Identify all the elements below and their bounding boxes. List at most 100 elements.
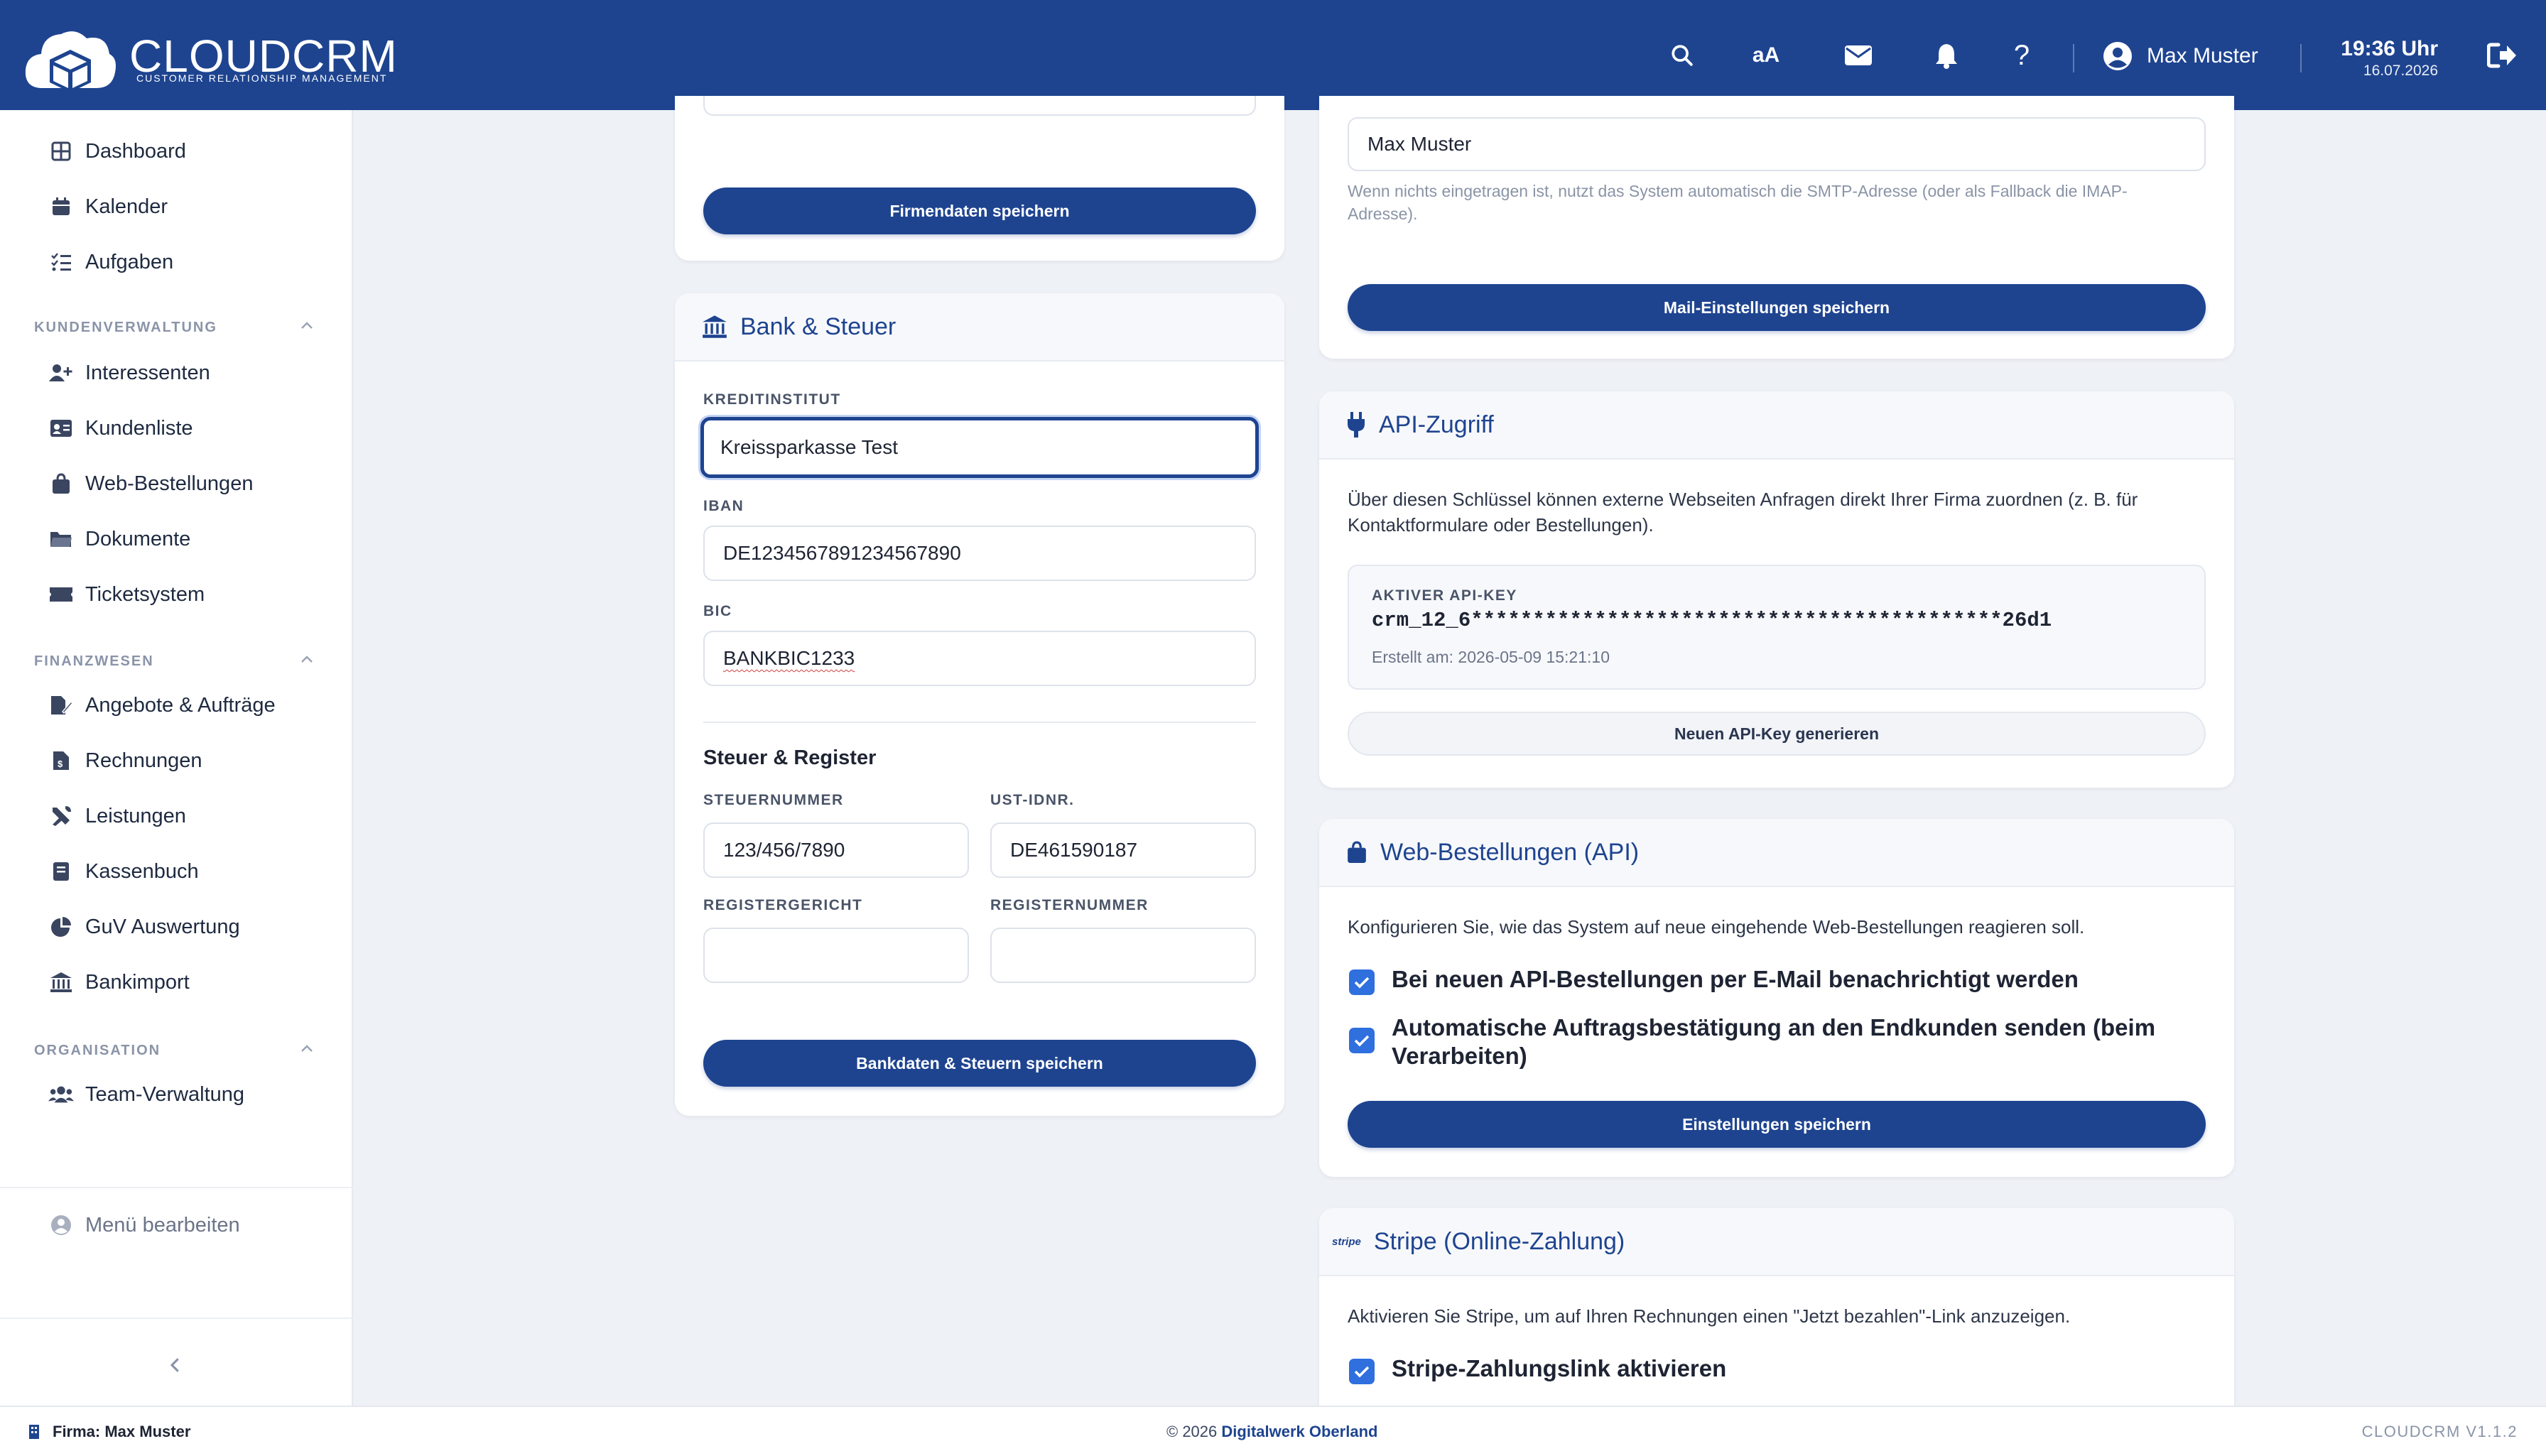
steuernummer-input[interactable]: 123/456/7890: [703, 822, 969, 878]
kreditinstitut-input[interactable]: Kreissparkasse Test: [700, 417, 1259, 478]
user-avatar-icon: [2103, 42, 2132, 70]
sidebar-item-guv[interactable]: GuV Auswertung: [48, 914, 240, 940]
steuernummer-label: STEUERNUMMER: [703, 792, 844, 808]
sidebar-item-kundenliste[interactable]: Kundenliste: [48, 415, 193, 441]
bic-input[interactable]: BANKBIC1233: [703, 631, 1256, 686]
bic-label: BIC: [703, 603, 732, 619]
api-description: Über diesen Schlüssel können externe Web…: [1348, 489, 2138, 536]
checkbox-label: Stripe-Zahlungslink aktivieren: [1392, 1355, 1727, 1381]
section-title-organisation: ORGANISATION: [34, 1043, 161, 1058]
user-circle-icon: [48, 1212, 74, 1238]
checkbox-checked-icon: [1349, 969, 1375, 995]
app-logo[interactable]: CLOUDCRM CUSTOMER RELATIONSHIP MANAGEMEN…: [23, 26, 397, 92]
mail-settings-card: Max Muster Wenn nichts eingetragen ist, …: [1319, 96, 2234, 359]
help-icon[interactable]: ?: [2002, 36, 2042, 75]
checkbox-checked-icon: [1349, 1028, 1375, 1053]
email-notification-checkbox[interactable]: Bei neuen API-Bestellungen per E-Mail be…: [1349, 965, 2201, 995]
sidebar: Dashboard Kalender Aufgaben KUNDENVERWAL…: [0, 110, 353, 1406]
mail-hint: Wenn nichts eingetragen ist, nutzt das S…: [1348, 182, 2128, 223]
copyright-text: © 2026: [1166, 1423, 1218, 1440]
clock: 19:36 Uhr 16.07.2026: [2337, 37, 2438, 80]
tax-register-heading: Steuer & Register: [703, 746, 877, 769]
auto-confirmation-checkbox[interactable]: Automatische Auftragsbestätigung an den …: [1349, 1014, 2166, 1070]
sidebar-item-team-verwaltung[interactable]: Team-Verwaltung: [48, 1082, 244, 1107]
footer-firm: Firma: Max Muster: [28, 1423, 190, 1441]
api-key-value[interactable]: crm_12_6********************************…: [1372, 609, 2052, 632]
card-title: Stripe (Online-Zahlung): [1373, 1227, 1625, 1255]
sidebar-item-label: Bankimport: [85, 970, 190, 994]
kreditinstitut-label: KREDITINSTITUT: [703, 391, 841, 408]
api-key-box: AKTIVER API-KEY crm_12_6****************…: [1348, 565, 2206, 690]
collapse-sidebar-chevron-left-icon[interactable]: [165, 1354, 186, 1376]
sidebar-item-aufgaben[interactable]: Aufgaben: [48, 249, 173, 275]
plug-icon: [1348, 412, 1365, 438]
bank-tax-card: Bank & Steuer KREDITINSTITUT Kreissparka…: [675, 293, 1284, 1116]
sidebar-divider: [0, 1318, 353, 1319]
sidebar-item-ticketsystem[interactable]: Ticketsystem: [48, 582, 205, 607]
sidebar-item-kassenbuch[interactable]: Kassenbuch: [48, 859, 199, 884]
company-link[interactable]: Digitalwerk Oberland: [1221, 1423, 1377, 1440]
shopping-bag-icon: [48, 471, 74, 496]
font-size-button[interactable]: aA: [1746, 36, 1786, 75]
sidebar-item-label: Dokumente: [85, 527, 191, 550]
file-signature-icon: [48, 692, 74, 718]
sidebar-item-label: Leistungen: [85, 804, 186, 827]
sidebar-item-web-bestellungen[interactable]: Web-Bestellungen: [48, 471, 253, 496]
logout-icon[interactable]: [2482, 36, 2522, 75]
chevron-up-icon[interactable]: [298, 317, 315, 335]
card-header: Bank & Steuer: [675, 293, 1284, 362]
sidebar-item-angebote[interactable]: Angebote & Aufträge: [48, 692, 276, 718]
sender-name-input[interactable]: Max Muster: [1348, 117, 2206, 171]
bank-icon: [703, 315, 727, 338]
clock-time: 19:36 Uhr: [2341, 37, 2438, 60]
sidebar-item-label: Kassenbuch: [85, 859, 199, 883]
sidebar-item-dashboard[interactable]: Dashboard: [48, 138, 186, 164]
ustid-input[interactable]: DE461590187: [990, 822, 1256, 878]
clock-date: 16.07.2026: [2363, 63, 2438, 79]
app-tagline: CUSTOMER RELATIONSHIP MANAGEMENT: [136, 72, 388, 84]
search-icon[interactable]: [1662, 36, 1702, 75]
mail-icon[interactable]: [1838, 36, 1878, 75]
card-title: Web-Bestellungen (API): [1380, 838, 1640, 866]
sidebar-item-leistungen[interactable]: Leistungen: [48, 803, 186, 829]
bell-icon[interactable]: [1927, 36, 1966, 75]
sidebar-item-bankimport[interactable]: Bankimport: [48, 969, 190, 995]
user-menu[interactable]: Max Muster: [2103, 41, 2258, 71]
card-title: API-Zugriff: [1379, 411, 1494, 438]
sidebar-item-label: Rechnungen: [85, 749, 202, 772]
card-header: Web-Bestellungen (API): [1319, 819, 2234, 887]
registernummer-input[interactable]: [990, 928, 1256, 983]
stripe-card: stripe Stripe (Online-Zahlung) Aktiviere…: [1319, 1208, 2234, 1421]
checkbox-label: Automatische Auftragsbestätigung an den …: [1392, 1014, 2156, 1069]
registergericht-input[interactable]: [703, 928, 969, 983]
chevron-up-icon[interactable]: [298, 1041, 315, 1058]
footer-copyright: © 2026 Digitalwerk Oberland: [1166, 1423, 1377, 1441]
save-firm-data-button[interactable]: Firmendaten speichern: [703, 188, 1256, 234]
cloud-cube-logo-icon: [25, 31, 116, 92]
generate-api-key-button[interactable]: Neuen API-Key generieren: [1348, 712, 2206, 756]
invoice-icon: $: [48, 748, 74, 773]
firm-field[interactable]: [703, 96, 1256, 116]
save-mail-settings-button[interactable]: Mail-Einstellungen speichern: [1348, 284, 2206, 331]
iban-input[interactable]: DE1234567891234567890: [703, 526, 1256, 581]
sidebar-item-dokumente[interactable]: Dokumente: [48, 526, 190, 552]
save-bank-tax-button[interactable]: Bankdaten & Steuern speichern: [703, 1040, 1256, 1087]
sidebar-item-kalender[interactable]: Kalender: [48, 194, 168, 219]
stripe-payment-link-checkbox[interactable]: Stripe-Zahlungslink aktivieren: [1349, 1354, 2201, 1384]
card-header: API-Zugriff: [1319, 391, 2234, 460]
tools-icon: [48, 803, 74, 829]
chevron-up-icon[interactable]: [298, 651, 315, 668]
sidebar-item-interessenten[interactable]: Interessenten: [48, 360, 210, 386]
firm-data-card: Firmendaten speichern: [675, 96, 1284, 261]
sidebar-divider: [0, 1187, 353, 1188]
checkbox-checked-icon: [1349, 1359, 1375, 1384]
sidebar-item-label: Interessenten: [85, 361, 210, 384]
bic-value: BANKBIC1233: [723, 647, 855, 669]
svg-text:$: $: [58, 759, 63, 769]
edit-menu-button[interactable]: Menü bearbeiten: [48, 1212, 240, 1238]
sidebar-item-rechnungen[interactable]: $ Rechnungen: [48, 748, 202, 773]
save-web-orders-button[interactable]: Einstellungen speichern: [1348, 1101, 2206, 1148]
shopping-bag-icon: [1348, 841, 1366, 863]
sidebar-item-label: Kundenliste: [85, 416, 193, 440]
top-header: CLOUDCRM CUSTOMER RELATIONSHIP MANAGEMEN…: [0, 0, 2546, 110]
